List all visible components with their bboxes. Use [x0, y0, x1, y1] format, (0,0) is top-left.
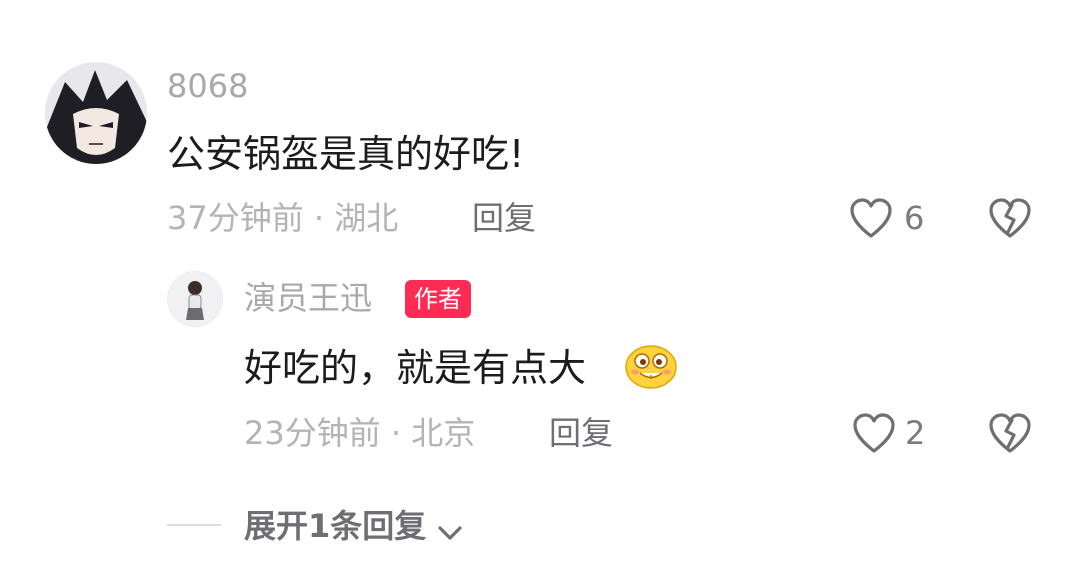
comment-text: 公安锅盔是真的好吃! [167, 132, 525, 176]
reply-text: 好吃的，就是有点大 [244, 346, 587, 390]
person-avatar-image [168, 272, 222, 326]
broken-heart-icon [989, 198, 1031, 238]
chevron-down-icon [438, 525, 462, 540]
reply-location: 北京 [411, 414, 476, 452]
comment-dislike-button[interactable] [987, 196, 1033, 240]
reply-time: 23分钟前 [244, 414, 381, 452]
comment-avatar[interactable] [45, 62, 147, 164]
reply-username[interactable]: 演员王迅 [244, 280, 372, 316]
anime-avatar-image [45, 62, 147, 164]
comment-reply-button[interactable]: 回复 [472, 200, 536, 236]
comment-time: 37分钟前 [167, 199, 304, 237]
reply-avatar[interactable] [167, 271, 223, 327]
meta-separator: · [390, 414, 402, 452]
expand-replies-button[interactable]: 展开1条回复 [244, 508, 465, 548]
heart-outline-icon [853, 413, 895, 453]
comment-like-button[interactable]: 6 [848, 196, 938, 240]
author-badge: 作者 [405, 280, 471, 318]
broken-heart-icon [989, 413, 1031, 453]
grinning-emoji-icon [625, 345, 677, 389]
reply-text-row: 好吃的，就是有点大 [244, 346, 586, 390]
comment-meta: 37分钟前 · 湖北 [167, 200, 398, 236]
reply-like-count: 2 [905, 414, 926, 452]
meta-separator: · [313, 199, 325, 237]
expand-replies-label: 展开1条回复 [244, 507, 427, 545]
reply-reply-button[interactable]: 回复 [549, 415, 613, 451]
comment-like-count: 6 [904, 199, 925, 237]
comment-username[interactable]: 8068 [167, 68, 248, 104]
heart-outline-icon [850, 198, 892, 238]
reply-like-button[interactable]: 2 [851, 411, 941, 455]
reply-dislike-button[interactable] [987, 411, 1033, 455]
reply-meta: 23分钟前 · 北京 [244, 415, 475, 451]
expand-divider [167, 524, 221, 526]
comment-location: 湖北 [334, 199, 399, 237]
